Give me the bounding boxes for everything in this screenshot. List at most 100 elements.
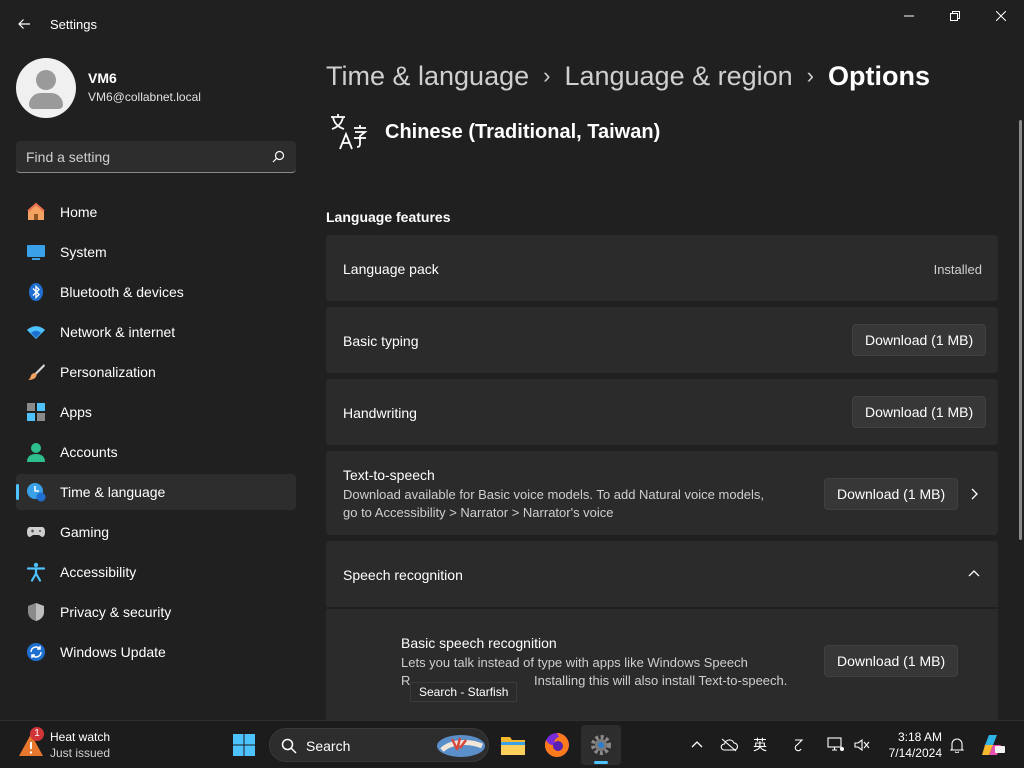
language-header: Chinese (Traditional, Taiwan) <box>326 110 660 154</box>
sidebar-nav: Home System Bluetooth & devices Network … <box>16 194 296 674</box>
sidebar-item-label: System <box>60 244 107 260</box>
bluetooth-icon <box>29 283 43 301</box>
volume-tray[interactable] <box>852 735 872 755</box>
firefox-icon <box>544 733 569 757</box>
sidebar-item-system[interactable]: System <box>16 234 296 270</box>
minimize-button[interactable] <box>886 0 932 32</box>
card-title: Speech recognition <box>343 567 463 583</box>
start-button[interactable] <box>224 725 264 765</box>
home-icon <box>27 202 45 220</box>
bell-icon <box>950 738 964 753</box>
onedrive-tray[interactable] <box>719 735 739 755</box>
sidebar-item-label: Bluetooth & devices <box>60 284 184 300</box>
cloud-offline-icon <box>720 738 738 752</box>
system-icon <box>27 245 45 260</box>
taskbar-search[interactable]: Search <box>269 728 489 762</box>
back-arrow-icon <box>18 19 30 29</box>
download-tts-button[interactable]: Download (1 MB) <box>824 478 959 510</box>
sidebar-item-accessibility[interactable]: Accessibility <box>16 554 296 590</box>
section-title: Language features <box>326 209 451 225</box>
close-icon <box>996 11 1006 21</box>
card-title: Language pack <box>343 261 439 277</box>
ime-mode-icon <box>794 739 804 752</box>
ime-mode-tray[interactable] <box>789 735 809 755</box>
breadcrumb: Time & language › Language & region › Op… <box>326 58 930 94</box>
sidebar-item-label: Gaming <box>60 524 110 540</box>
language-name: Chinese (Traditional, Taiwan) <box>385 120 661 143</box>
restore-icon <box>950 11 960 21</box>
network-display-icon <box>827 737 844 751</box>
card-title: Basic speech recognition <box>401 635 557 651</box>
back-button[interactable] <box>8 8 40 40</box>
taskbar-firefox[interactable] <box>537 725 577 765</box>
breadcrumb-language-region[interactable]: Language & region <box>564 61 792 92</box>
sidebar-item-home[interactable]: Home <box>16 194 296 230</box>
weather-title: Heat watch <box>50 730 111 744</box>
sidebar-item-personalization[interactable]: Personalization <box>16 354 296 390</box>
accounts-icon <box>27 443 45 462</box>
avatar <box>16 58 76 118</box>
taskbar-clock[interactable]: 3:18 AM 7/14/2024 <box>880 729 942 761</box>
search-icon <box>272 150 285 163</box>
wifi-icon <box>27 326 45 339</box>
find-setting-search[interactable] <box>16 141 296 173</box>
card-description-line2-end: Installing this will also install Text-t… <box>534 673 788 688</box>
windows-logo-icon <box>233 734 255 756</box>
search-icon <box>281 738 297 754</box>
taskbar-file-explorer[interactable] <box>493 725 533 765</box>
sidebar-item-apps[interactable]: Apps <box>16 394 296 430</box>
handwriting-card: Handwriting Download (1 MB) <box>326 379 998 445</box>
title-bar: Settings <box>0 0 1024 48</box>
sidebar-item-windows-update[interactable]: Windows Update <box>16 634 296 670</box>
app-title: Settings <box>50 17 97 32</box>
notifications-button[interactable] <box>947 735 967 755</box>
close-button[interactable] <box>978 0 1024 32</box>
show-hidden-icons-button[interactable] <box>687 735 707 755</box>
chevron-right-icon[interactable] <box>966 486 982 502</box>
folder-icon <box>501 737 525 755</box>
status-installed: Installed <box>933 262 982 277</box>
sidebar-item-label: Apps <box>60 404 92 420</box>
profile-email: VM6@collabnet.local <box>88 90 201 104</box>
sidebar-item-privacy[interactable]: Privacy & security <box>16 594 296 630</box>
user-profile[interactable]: VM6 VM6@collabnet.local <box>16 58 296 118</box>
chevron-up-icon <box>691 741 703 748</box>
sidebar-item-accounts[interactable]: Accounts <box>16 434 296 470</box>
download-handwriting-button[interactable]: Download (1 MB) <box>852 396 987 428</box>
sidebar-item-bluetooth[interactable]: Bluetooth & devices <box>16 274 296 310</box>
gamepad-icon <box>27 527 45 537</box>
input-method-indicator[interactable]: 英 <box>750 735 770 755</box>
taskbar-search-label: Search <box>306 738 351 754</box>
sidebar-item-label: Personalization <box>60 364 156 380</box>
breadcrumb-chevron-icon: › <box>806 63 814 88</box>
card-description-line2-start: R <box>401 673 411 688</box>
language-pack-card: Language pack Installed <box>326 235 998 301</box>
sidebar-item-network[interactable]: Network & internet <box>16 314 296 350</box>
sidebar-item-label: Accessibility <box>60 564 137 580</box>
settings-window: Settings VM6 VM6@collabnet.local Find a … <box>0 0 1024 720</box>
search-input[interactable] <box>26 141 266 172</box>
starfish-search-highlight-icon <box>437 735 485 757</box>
chevron-up-icon[interactable] <box>966 566 982 582</box>
text-to-speech-card[interactable]: Text-to-speech Download available for Ba… <box>326 451 998 535</box>
card-title: Basic typing <box>343 333 419 349</box>
clock-date: 7/14/2024 <box>888 746 942 760</box>
tooltip: Search - Starfish <box>410 682 518 702</box>
sidebar-item-time-language[interactable]: Time & language <box>16 474 296 510</box>
restore-button[interactable] <box>932 0 978 32</box>
speech-recognition-card[interactable]: Speech recognition <box>326 541 998 607</box>
scrollbar[interactable] <box>1019 120 1022 540</box>
breadcrumb-time-language[interactable]: Time & language <box>326 61 529 92</box>
volume-muted-icon <box>854 738 870 752</box>
weather-widget[interactable]: 1 Heat watch Just issued <box>14 727 134 763</box>
card-description-line1: Download available for Basic voice model… <box>343 487 765 502</box>
profile-name: VM6 <box>88 70 117 86</box>
card-title: Text-to-speech <box>343 467 435 483</box>
network-tray[interactable] <box>826 735 846 755</box>
download-speech-button[interactable]: Download (1 MB) <box>824 645 959 677</box>
language-icon <box>331 114 368 150</box>
copilot-button[interactable] <box>980 735 1006 755</box>
sidebar-item-gaming[interactable]: Gaming <box>16 514 296 550</box>
taskbar-settings[interactable] <box>581 725 621 765</box>
download-basic-typing-button[interactable]: Download (1 MB) <box>852 324 987 356</box>
